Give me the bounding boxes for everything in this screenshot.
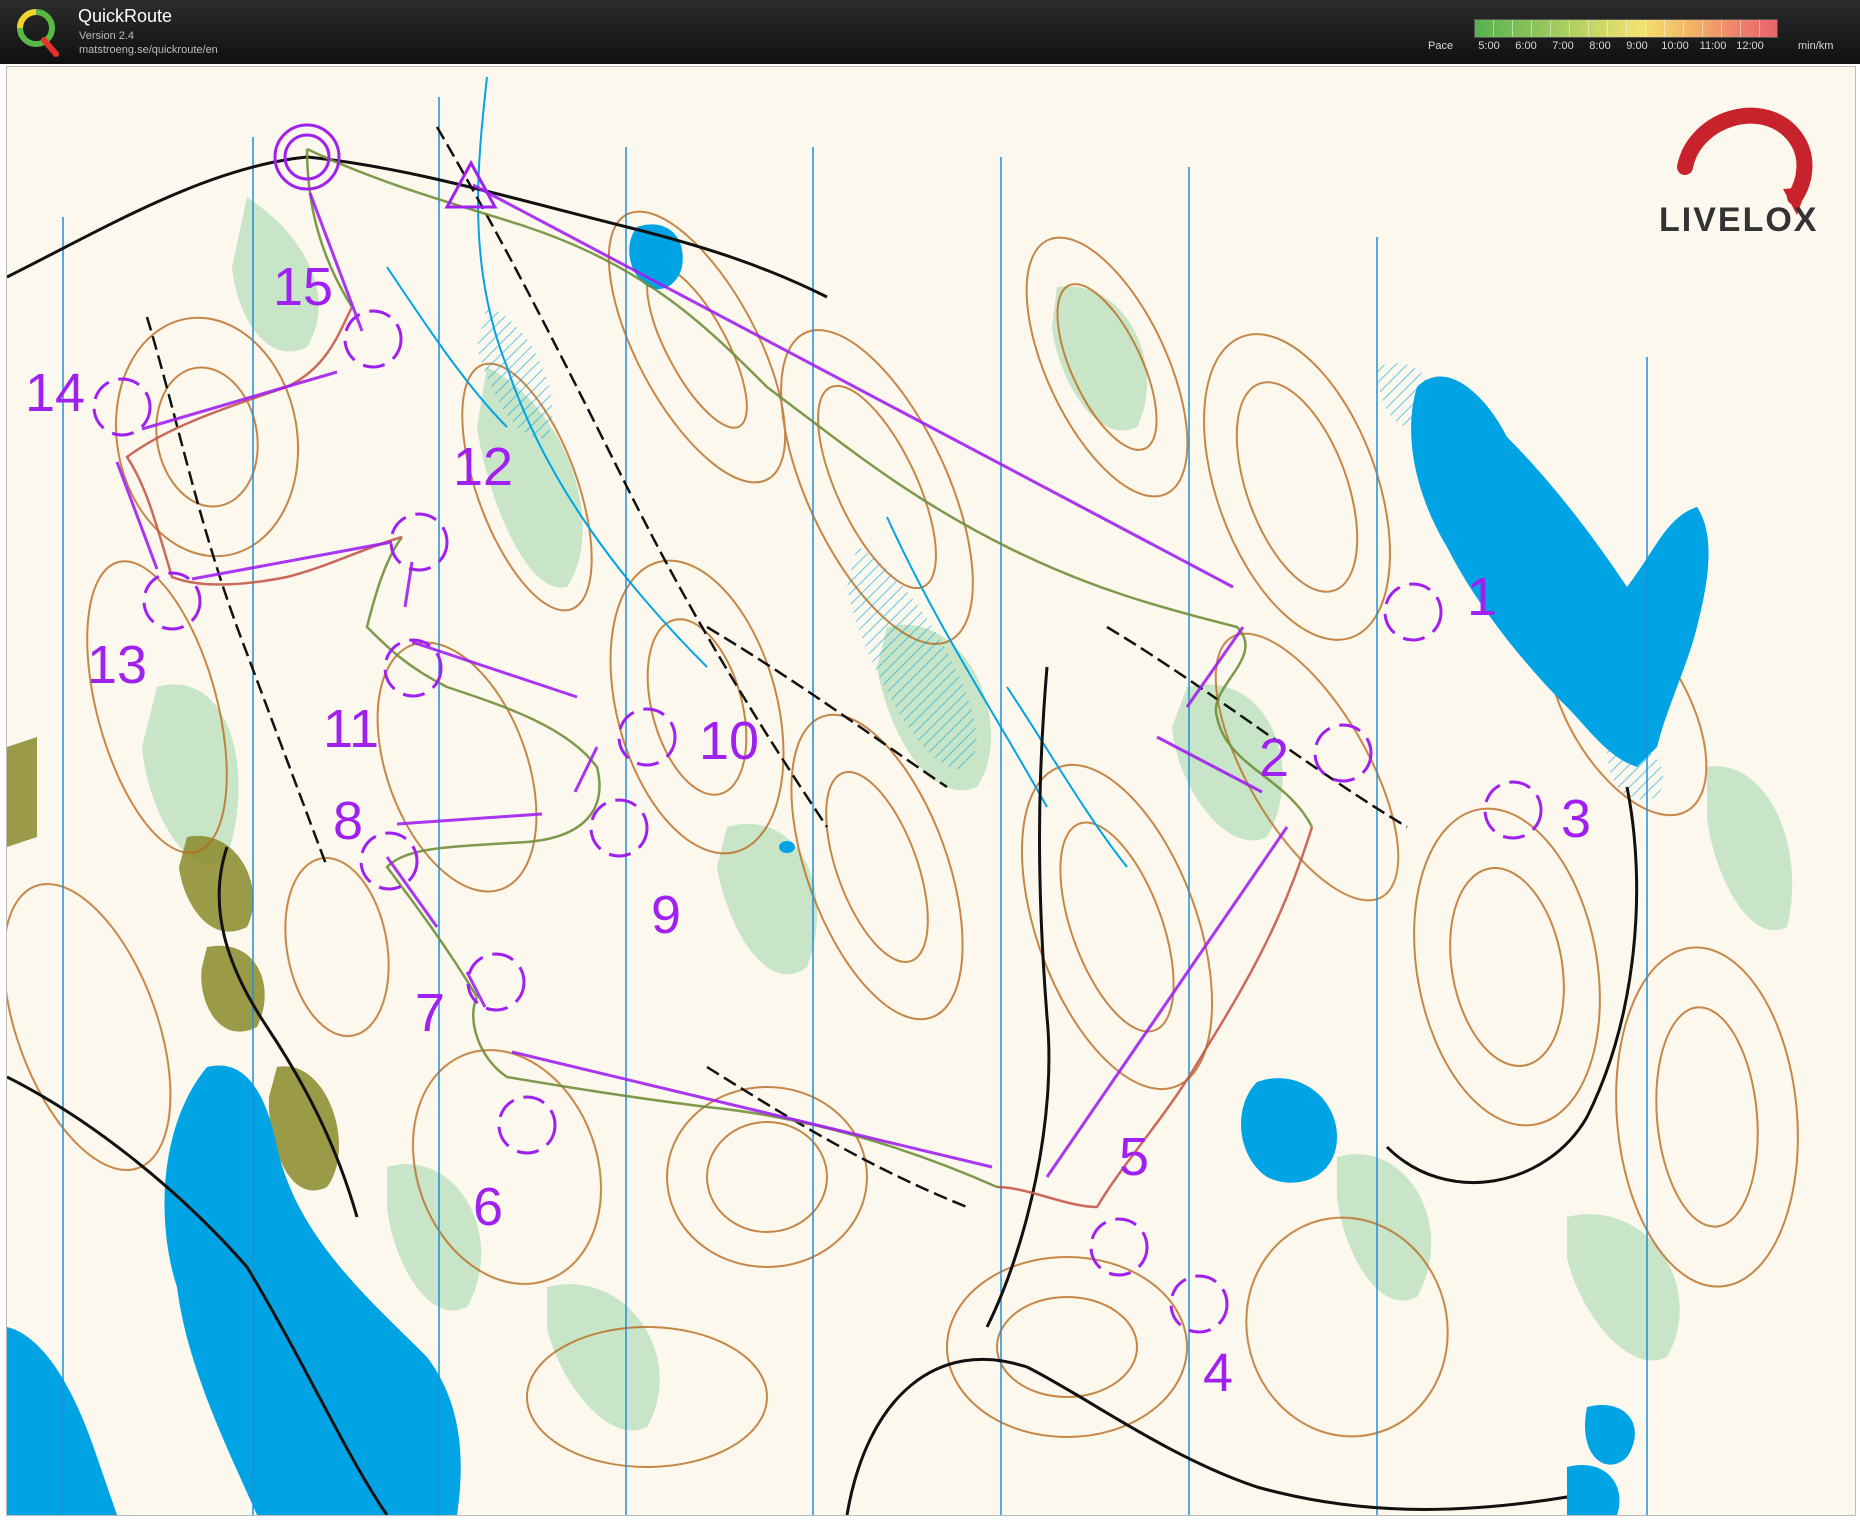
control-number: 11 — [323, 699, 379, 759]
control-number: 2 — [1259, 728, 1289, 788]
control-number: 7 — [415, 983, 445, 1043]
pace-color-scale — [1474, 19, 1778, 38]
pace-tick-label: 5:00 — [1478, 40, 1500, 52]
control-number: 3 — [1561, 789, 1591, 849]
app-title: QuickRoute — [78, 6, 173, 26]
map-canvas: 1 2 3 4 5 6 7 8 9 10 11 12 13 14 15 — [7, 76, 1799, 1515]
control-number: 8 — [333, 791, 363, 851]
pace-tick-label: 12:00 — [1736, 40, 1764, 52]
app-url-link[interactable]: matstroeng.se/quickroute/en — [79, 44, 218, 56]
control-number: 14 — [25, 363, 85, 423]
control-number: 6 — [473, 1177, 503, 1237]
quickroute-logo-icon — [17, 9, 59, 57]
livelox-logo-text: LIVELOX — [1659, 201, 1819, 239]
app-version: Version 2.4 — [79, 30, 135, 42]
control-number: 4 — [1203, 1343, 1233, 1403]
pace-tick-label: 7:00 — [1552, 40, 1574, 52]
pace-tick-label: 9:00 — [1626, 40, 1648, 52]
water-bodies — [7, 224, 1709, 1515]
pace-tick-label: 10:00 — [1661, 40, 1689, 52]
app-header: QuickRoute Version 2.4 matstroeng.se/qui… — [0, 0, 1860, 64]
pace-unit-label: min/km — [1798, 40, 1834, 52]
pace-label: Pace — [1428, 40, 1454, 52]
dashed-tracks — [145, 126, 1408, 1209]
control-number: 1 — [1467, 567, 1497, 627]
vegetation-areas — [142, 197, 1793, 1431]
control-number: 15 — [273, 257, 333, 317]
control-number: 12 — [453, 437, 513, 497]
orienteering-map[interactable]: 1 2 3 4 5 6 7 8 9 10 11 12 13 14 15 LIVE… — [6, 66, 1856, 1516]
pace-tick-label: 6:00 — [1515, 40, 1537, 52]
pace-tick-label: 11:00 — [1699, 40, 1727, 52]
control-number: 9 — [651, 885, 681, 945]
control-number: 5 — [1119, 1127, 1149, 1187]
pace-tick-label: 8:00 — [1589, 40, 1611, 52]
control-number: 13 — [87, 635, 147, 695]
control-number: 10 — [699, 711, 759, 771]
